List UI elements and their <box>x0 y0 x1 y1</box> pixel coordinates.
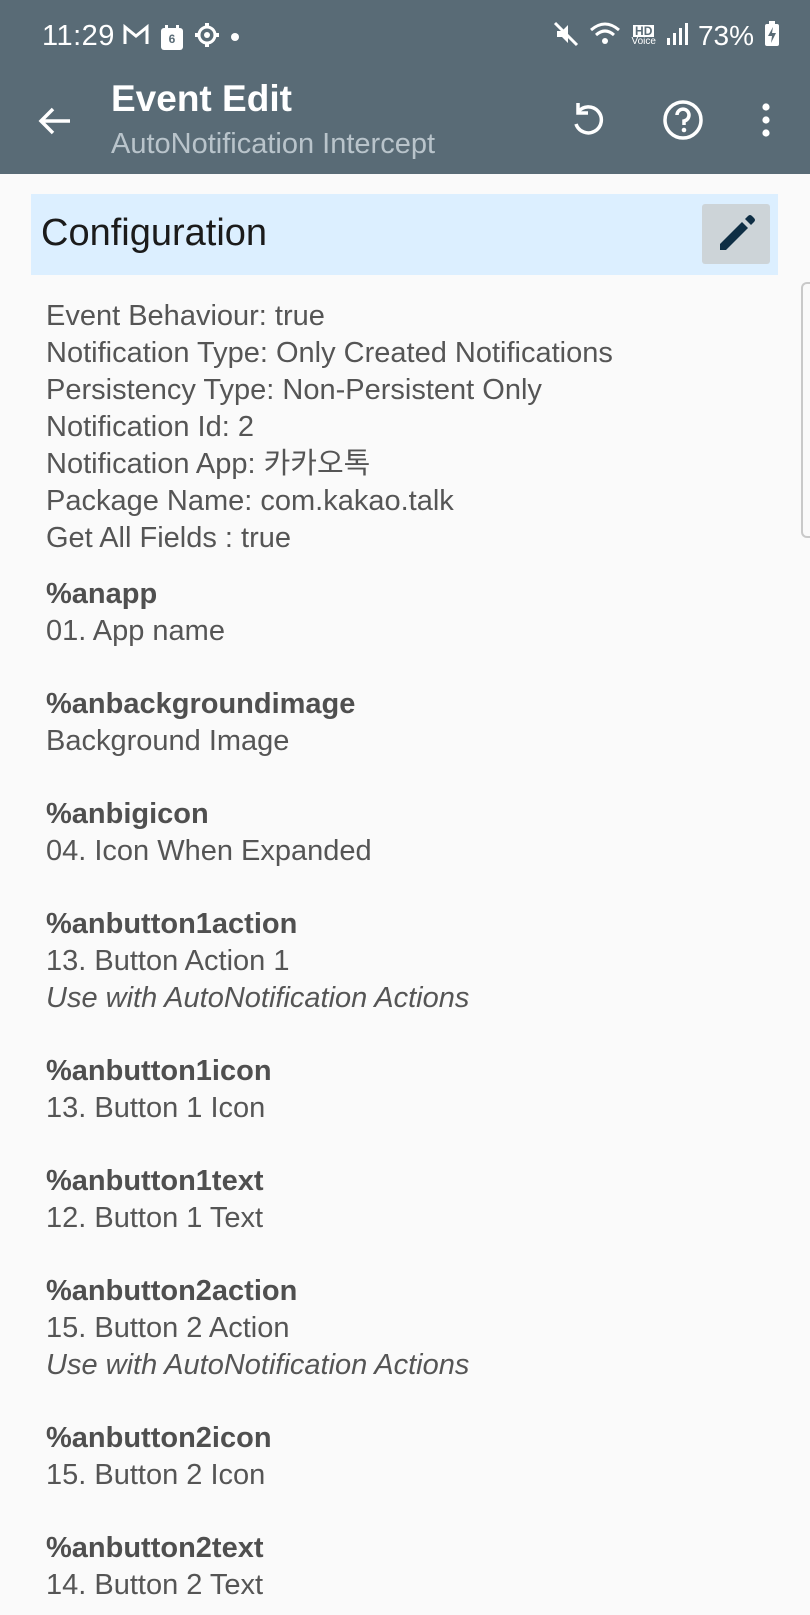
variable-name: %anbutton1text <box>46 1165 264 1197</box>
variable-name: %anbutton2text <box>46 1532 264 1564</box>
variable-description: 14. Button 2 Text <box>46 1569 264 1601</box>
variable-description: Background Image <box>46 725 290 757</box>
info-line: Get All Fields : true <box>46 522 291 554</box>
app-bar: Event Edit AutoNotification Intercept <box>0 76 810 174</box>
list-item: %anbutton1text 12. Button 1 Text <box>46 1163 469 1237</box>
calendar-badge: 6 <box>168 31 176 46</box>
status-bar: 11:29 6 HD Voice 73% <box>0 0 810 76</box>
scrollbar[interactable] <box>801 282 810 538</box>
more-options-button[interactable] <box>738 92 794 148</box>
variable-description: 15. Button 2 Icon <box>46 1459 266 1491</box>
variable-name: %anbackgroundimage <box>46 688 356 720</box>
variable-name: %anbutton2icon <box>46 1422 272 1454</box>
info-line: Notification Type: Only Created Notifica… <box>46 337 613 369</box>
info-line: Notification Id: 2 <box>46 411 254 443</box>
info-line: Persistency Type: Non-Persistent Only <box>46 374 542 406</box>
settings-gear-icon <box>194 22 220 53</box>
pencil-icon <box>720 215 755 250</box>
status-notification-icons: 6 <box>122 22 240 53</box>
configuration-header: Configuration <box>31 194 778 275</box>
page-title: Event Edit <box>111 78 292 119</box>
battery-charging-icon <box>764 20 780 52</box>
back-button[interactable] <box>30 96 80 146</box>
variable-name: %anbutton1action <box>46 908 298 940</box>
variables-list: %anapp 01. App name %anbackgroundimage B… <box>46 576 469 1615</box>
variable-description: 15. Button 2 Action <box>46 1312 290 1344</box>
list-item: %anapp 01. App name <box>46 576 469 650</box>
variable-note: Use with AutoNotification Actions <box>46 982 470 1014</box>
configuration-summary: Event Behaviour: true Notification Type:… <box>46 298 613 557</box>
variable-note: Use with AutoNotification Actions <box>46 1349 470 1381</box>
undo-icon <box>574 103 604 135</box>
list-item: %anbackgroundimage Background Image <box>46 686 469 760</box>
content-area[interactable]: Configuration Event Behaviour: true Noti… <box>0 174 810 1615</box>
calendar-icon: 6 <box>160 24 184 51</box>
variable-description: 04. Icon When Expanded <box>46 835 372 867</box>
info-line: Package Name: com.kakao.talk <box>46 485 454 517</box>
variable-name: %anbutton1icon <box>46 1055 272 1087</box>
list-item: %anbutton2text 14. Button 2 Text <box>46 1530 469 1604</box>
configuration-title: Configuration <box>41 212 268 254</box>
list-item: %anbutton1icon 13. Button 1 Icon <box>46 1053 469 1127</box>
arrow-left-icon <box>38 107 70 135</box>
undo-button[interactable] <box>560 92 616 148</box>
list-item: %anbutton2action 15. Button 2 Action Use… <box>46 1273 469 1384</box>
battery-percent: 73% <box>697 20 754 51</box>
voice-label: Voice <box>631 36 656 47</box>
variable-name: %anbutton2action <box>46 1275 298 1307</box>
list-item: %anbigicon 04. Icon When Expanded <box>46 796 469 870</box>
status-system-icons: HD Voice 73% <box>553 20 780 52</box>
info-line: Event Behaviour: true <box>46 300 325 332</box>
mute-icon <box>553 21 579 52</box>
notification-dot-icon <box>230 29 240 47</box>
list-item: %anbutton2icon 15. Button 2 Icon <box>46 1420 469 1494</box>
variable-description: 13. Button Action 1 <box>46 945 290 977</box>
gmail-icon <box>122 23 150 52</box>
variable-description: 01. App name <box>46 615 225 647</box>
signal-icon <box>666 22 688 51</box>
info-line: Notification App: 카카오톡 <box>46 448 371 480</box>
wifi-icon <box>589 21 621 52</box>
variable-name: %anapp <box>46 578 158 610</box>
more-vert-icon <box>762 103 770 137</box>
hd-voice-icon: HD Voice <box>631 25 656 47</box>
page-subtitle: AutoNotification Intercept <box>111 128 436 160</box>
edit-configuration-button[interactable] <box>702 204 770 264</box>
help-icon <box>663 100 703 140</box>
variable-description: 13. Button 1 Icon <box>46 1092 266 1124</box>
status-time: 11:29 <box>42 20 115 52</box>
variable-name: %anbigicon <box>46 798 209 830</box>
list-item: %anbutton1action 13. Button Action 1 Use… <box>46 906 469 1017</box>
help-button[interactable] <box>655 92 711 148</box>
variable-description: 12. Button 1 Text <box>46 1202 264 1234</box>
